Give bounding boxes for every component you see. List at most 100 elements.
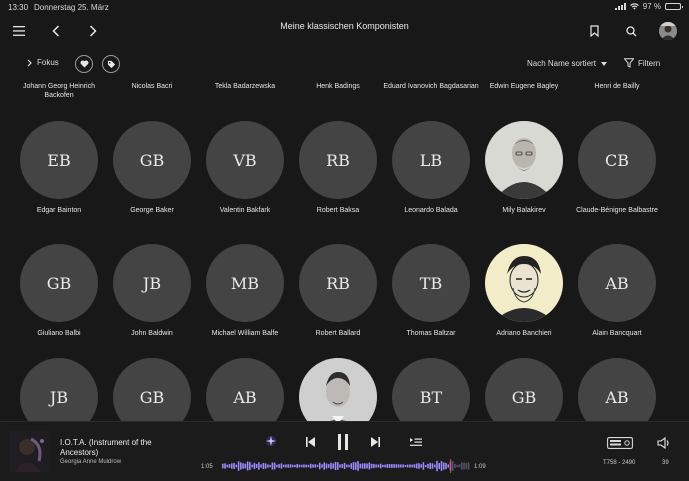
waveform-bar: [442, 462, 445, 470]
composer-initials: EB: [47, 150, 71, 170]
sparkle-icon[interactable]: [264, 434, 278, 448]
waveform-bar: [285, 464, 287, 468]
waveform-bar: [303, 464, 305, 468]
composer-avatar[interactable]: EB: [20, 121, 98, 199]
previous-track-icon[interactable]: [303, 435, 317, 449]
composer-avatar[interactable]: AB: [578, 244, 656, 322]
battery-percent: 97 %: [642, 2, 661, 11]
waveform-bar: [240, 462, 242, 470]
waveform-scrubber[interactable]: [222, 459, 470, 473]
waveform-bar: [246, 461, 249, 471]
composer-name[interactable]: Edwin Eugene Bagley: [476, 82, 572, 91]
waveform-bar: [411, 464, 413, 468]
composer-portrait[interactable]: [485, 121, 563, 199]
composer-name[interactable]: George Baker: [104, 206, 200, 215]
filter-label: Filtern: [638, 58, 661, 68]
waveform-bar: [300, 464, 303, 468]
composer-name[interactable]: Henri de Bailly: [569, 82, 665, 91]
waveform-bar: [318, 462, 321, 470]
tags-filter-button[interactable]: [102, 55, 120, 73]
composer-name[interactable]: Valentin Bakfark: [197, 206, 293, 215]
volume-icon[interactable]: [656, 435, 672, 451]
waveform-bar: [384, 464, 386, 468]
waveform-bar: [438, 463, 441, 469]
composer-avatar[interactable]: LB: [392, 121, 470, 199]
waveform-bar: [305, 464, 307, 468]
composer-initials: JB: [49, 387, 69, 407]
waveform-bar: [433, 464, 436, 468]
composer-name[interactable]: Edgar Bainton: [11, 206, 107, 215]
search-icon[interactable]: [624, 24, 638, 38]
composer-avatar[interactable]: GB: [113, 121, 191, 199]
waveform-bar: [377, 464, 380, 468]
filter-button[interactable]: Filtern: [624, 58, 660, 68]
waveform-bar: [451, 461, 454, 471]
composer-avatar[interactable]: MB: [206, 244, 284, 322]
status-right: 97 %: [614, 2, 683, 11]
waveform-bar: [361, 463, 364, 469]
playhead-marker[interactable]: [450, 459, 452, 473]
composer-name[interactable]: Thomas Baltzar: [383, 329, 479, 338]
waveform-bar: [382, 464, 384, 468]
bookmark-icon[interactable]: [587, 24, 601, 38]
waveform-bar: [330, 462, 332, 470]
composer-avatar[interactable]: VB: [206, 121, 284, 199]
waveform-bar: [222, 463, 224, 469]
composer-name[interactable]: Adriano Banchieri: [476, 329, 572, 338]
composer-name[interactable]: Robert Baksa: [290, 206, 386, 215]
composer-avatar[interactable]: JB: [20, 358, 98, 421]
composer-name[interactable]: Henk Badings: [290, 82, 386, 91]
sort-dropdown[interactable]: Nach Name sortiert: [527, 59, 607, 68]
volume-level: 39: [662, 460, 669, 466]
composer-avatar[interactable]: GB: [20, 244, 98, 322]
composer-avatar[interactable]: JB: [113, 244, 191, 322]
waveform-bar: [357, 461, 359, 471]
now-playing-bar: I.O.T.A. (Instrument of the Ancestors) G…: [0, 421, 689, 481]
favorites-filter-button[interactable]: [75, 55, 93, 73]
composer-name[interactable]: Alain Bancquart: [569, 329, 665, 338]
composer-initials: LB: [419, 150, 443, 170]
composer-name[interactable]: Claude-Bénigne Balbastre: [569, 206, 665, 215]
composer-portrait[interactable]: [485, 244, 563, 322]
composer-avatar[interactable]: CB: [578, 121, 656, 199]
queue-icon[interactable]: [408, 435, 424, 449]
composer-avatar[interactable]: GB: [113, 358, 191, 421]
composer-avatar[interactable]: GB: [485, 358, 563, 421]
waveform-bar: [231, 463, 233, 469]
composer-avatar[interactable]: AB: [578, 358, 656, 421]
waveform-bar: [375, 464, 377, 468]
composer-initials: GB: [139, 387, 165, 407]
waveform-bar: [431, 463, 434, 469]
composer-name[interactable]: Robert Ballard: [290, 329, 386, 338]
composer-name[interactable]: Eduard Ivanovich Bagdasarian: [383, 82, 479, 91]
composer-avatar[interactable]: RB: [299, 121, 377, 199]
composer-name[interactable]: Michael William Balfe: [197, 329, 293, 338]
next-track-icon[interactable]: [368, 435, 382, 449]
composer-name[interactable]: Leonardo Balada: [383, 206, 479, 215]
composer-name[interactable]: Giuliano Balbi: [11, 329, 107, 338]
device-icon[interactable]: [606, 435, 634, 451]
composer-name[interactable]: Mily Balakirev: [476, 206, 572, 215]
composer-name[interactable]: Johann Georg Heinrich Backofen: [11, 82, 107, 100]
composer-avatar[interactable]: BT: [392, 358, 470, 421]
fokus-label: Fokus: [37, 58, 59, 67]
waveform-bar: [339, 464, 341, 468]
composer-name[interactable]: John Baldwin: [104, 329, 200, 338]
composer-name[interactable]: Tekla Badarzewska: [197, 82, 293, 91]
composer-portrait[interactable]: [299, 358, 377, 421]
waveform-bar: [386, 464, 389, 468]
waveform-bar: [233, 463, 235, 469]
composer-name[interactable]: Nicolas Bacri: [104, 82, 200, 91]
waveform-bar: [422, 462, 425, 470]
composer-avatar[interactable]: RB: [299, 244, 377, 322]
waveform-bar: [445, 462, 447, 470]
fokus-toggle[interactable]: Fokus: [27, 58, 59, 67]
composer-avatar[interactable]: TB: [392, 244, 470, 322]
user-avatar[interactable]: [659, 22, 677, 40]
pause-icon[interactable]: [334, 432, 352, 452]
waveform-bar: [463, 462, 465, 470]
track-title[interactable]: I.O.T.A. (Instrument of the Ancestors): [60, 438, 180, 458]
track-artist[interactable]: Georgia Anne Muldrow: [60, 459, 121, 465]
composer-avatar[interactable]: AB: [206, 358, 284, 421]
album-cover[interactable]: [9, 431, 50, 472]
